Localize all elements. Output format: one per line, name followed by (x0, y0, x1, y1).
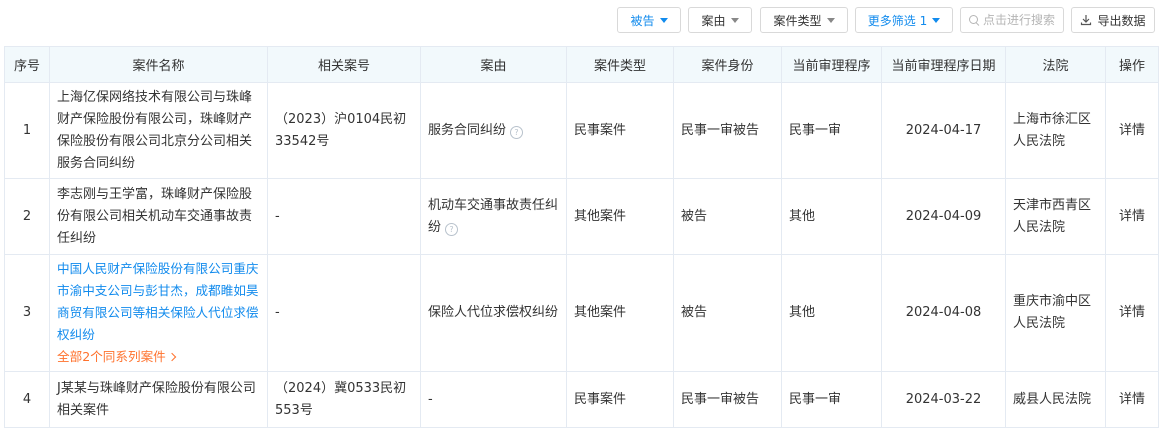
case-name-link[interactable]: 李志刚与王学富，珠峰财产保险股份有限公司相关机动车交通事故责任纠纷 (49, 178, 268, 255)
filter-toolbar: 被告 案由 案件类型 更多筛选 1 导出数据 (0, 7, 1161, 35)
case-name-cell: 中国人民财产保险股份有限公司重庆市渝中支公司与彭甘杰，成都睢如昊商贸有限公司等相… (49, 254, 268, 372)
more-filters-label: 更多筛选 1 (867, 13, 928, 28)
detail-link[interactable]: 详情 (1105, 254, 1159, 372)
case-table: 序号 案件名称 相关案号 案由 案件类型 案件身份 当前审理程序 当前审理程序日… (4, 46, 1159, 428)
table-header-row: 序号 案件名称 相关案号 案由 案件类型 案件身份 当前审理程序 当前审理程序日… (4, 46, 1159, 83)
case-role: 被告 (673, 178, 782, 255)
current-stage: 民事一审 (781, 371, 882, 428)
case-type: 民事案件 (566, 371, 674, 428)
row-index: 2 (4, 178, 50, 255)
stage-date: 2024-04-08 (881, 254, 1006, 372)
search-input[interactable] (983, 13, 1063, 27)
court: 威县人民法院 (1005, 371, 1106, 428)
defendant-filter-dropdown[interactable]: 被告 (617, 7, 681, 33)
column-header-stage-date: 当前审理程序日期 (881, 46, 1006, 83)
case-cause: 机动车交通事故责任纠纷? (420, 178, 567, 255)
case-cause: 保险人代位求偿权纠纷 (420, 254, 567, 372)
stage-date: 2024-04-17 (881, 82, 1006, 179)
chevron-down-icon (826, 17, 835, 23)
help-icon[interactable]: ? (445, 223, 459, 236)
column-header-index: 序号 (4, 46, 50, 83)
case-name-link[interactable]: 中国人民财产保险股份有限公司重庆市渝中支公司与彭甘杰，成都睢如昊商贸有限公司等相… (57, 258, 260, 346)
case-role: 被告 (673, 254, 782, 372)
column-header-court: 法院 (1005, 46, 1106, 83)
defendant-filter-label: 被告 (630, 13, 655, 28)
search-icon (969, 14, 978, 26)
court: 天津市西青区人民法院 (1005, 178, 1106, 255)
table-row: 2 李志刚与王学富，珠峰财产保险股份有限公司相关机动车交通事故责任纠纷 - 机动… (4, 178, 1159, 255)
detail-link[interactable]: 详情 (1105, 178, 1159, 255)
search-box[interactable] (960, 7, 1064, 33)
detail-link[interactable]: 详情 (1105, 371, 1159, 428)
case-type: 其他案件 (566, 178, 674, 255)
column-header-action: 操作 (1105, 46, 1159, 83)
column-header-current-stage: 当前审理程序 (781, 46, 882, 83)
case-number: - (267, 254, 421, 372)
series-cases-link[interactable]: 全部2个同系列案件 (57, 346, 260, 368)
column-header-cause: 案由 (420, 46, 567, 83)
row-index: 1 (4, 82, 50, 179)
case-role: 民事一审被告 (673, 82, 782, 179)
column-header-case-number: 相关案号 (267, 46, 421, 83)
cause-filter-dropdown[interactable]: 案由 (688, 7, 752, 33)
chevron-down-icon (730, 17, 739, 23)
more-filters-dropdown[interactable]: 更多筛选 1 (855, 7, 953, 33)
detail-link[interactable]: 详情 (1105, 82, 1159, 179)
case-type: 民事案件 (566, 82, 674, 179)
table-row: 1 上海亿保网络技术有限公司与珠峰财产保险股份有限公司，珠峰财产保险股份有限公司… (4, 82, 1159, 179)
court: 上海市徐汇区人民法院 (1005, 82, 1106, 179)
court: 重庆市渝中区人民法院 (1005, 254, 1106, 372)
column-header-case-role: 案件身份 (673, 46, 782, 83)
case-cause: - (420, 371, 567, 428)
case-cause-text: 服务合同纠纷 (428, 122, 507, 138)
current-stage: 其他 (781, 254, 882, 372)
chevron-down-icon (659, 17, 668, 23)
export-button[interactable]: 导出数据 (1071, 7, 1155, 33)
case-name-link[interactable]: J某某与珠峰财产保险股份有限公司相关案件 (49, 371, 268, 428)
case-type: 其他案件 (566, 254, 674, 372)
download-icon (1080, 14, 1092, 26)
chevron-right-icon (167, 352, 177, 362)
case-role: 民事一审被告 (673, 371, 782, 428)
row-index: 4 (4, 371, 50, 428)
case-type-filter-label: 案件类型 (773, 13, 822, 28)
cause-filter-label: 案由 (701, 13, 726, 28)
column-header-case-type: 案件类型 (566, 46, 674, 83)
current-stage: 其他 (781, 178, 882, 255)
current-stage: 民事一审 (781, 82, 882, 179)
case-cause: 服务合同纠纷? (420, 82, 567, 179)
table-row: 4 J某某与珠峰财产保险股份有限公司相关案件 （2024）冀0533民初553号… (4, 371, 1159, 428)
chevron-down-icon (932, 17, 941, 23)
case-type-filter-dropdown[interactable]: 案件类型 (760, 7, 848, 33)
case-name-link[interactable]: 上海亿保网络技术有限公司与珠峰财产保险股份有限公司，珠峰财产保险股份有限公司北京… (49, 82, 268, 179)
stage-date: 2024-03-22 (881, 371, 1006, 428)
table-row: 3 中国人民财产保险股份有限公司重庆市渝中支公司与彭甘杰，成都睢如昊商贸有限公司… (4, 254, 1159, 372)
stage-date: 2024-04-09 (881, 178, 1006, 255)
case-number-link[interactable]: （2023）沪0104民初33542号 (267, 82, 421, 179)
export-label: 导出数据 (1097, 13, 1146, 28)
row-index: 3 (4, 254, 50, 372)
case-number: - (267, 178, 421, 255)
case-number-link[interactable]: （2024）冀0533民初553号 (267, 371, 421, 428)
column-header-case-name: 案件名称 (49, 46, 268, 83)
series-cases-label: 全部2个同系列案件 (57, 349, 166, 364)
help-icon[interactable]: ? (510, 126, 524, 139)
